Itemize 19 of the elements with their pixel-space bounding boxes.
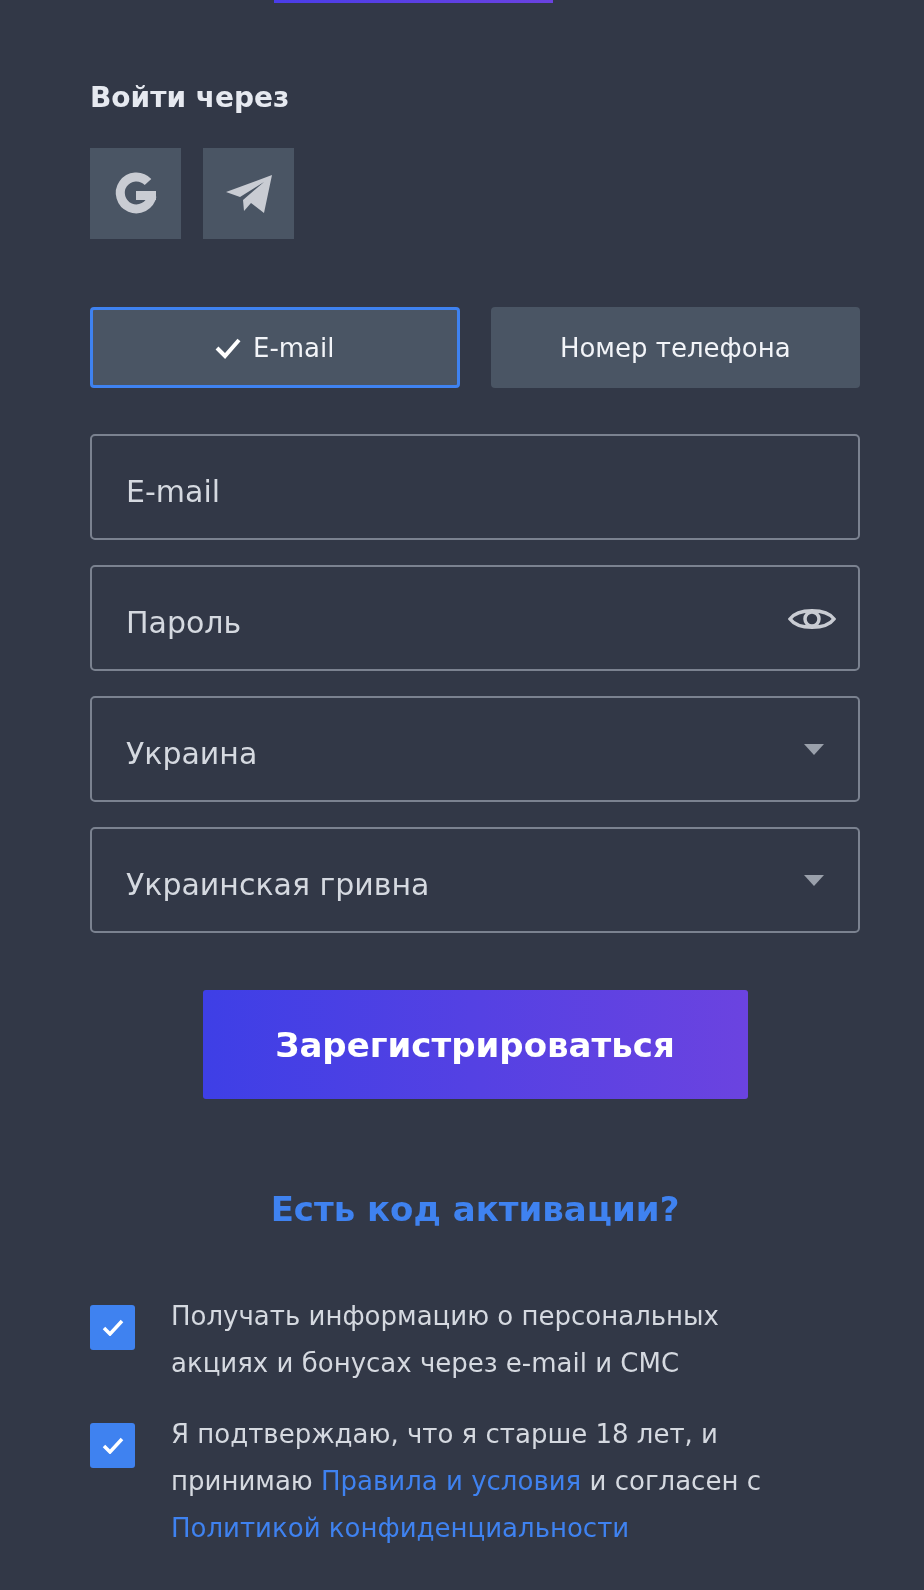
select-field[interactable]: Украина [90, 696, 860, 802]
password-field[interactable]: Пароль [90, 565, 860, 671]
method-tab[interactable]: E-mail [90, 307, 460, 388]
register-button[interactable]: Зарегистрироваться [202, 990, 748, 1099]
section-title: Войти через [90, 80, 290, 116]
agreement-text: Я подтверждаю, что я старше 18 лет, и принимаю Правила и условия и согласен с Политикой конфиденциальности [171, 1418, 762, 1545]
select-field[interactable]: Украинская гривна [90, 827, 860, 933]
method-tab[interactable]: Номер телефона [490, 307, 860, 388]
checkmark-icon [101, 1319, 124, 1336]
checkbox[interactable] [90, 1423, 135, 1468]
agreement-text: Получать информацию о персональных акциях и бонусах через e-mail и СМС [171, 1300, 720, 1380]
checkbox[interactable] [90, 1305, 135, 1350]
email-field[interactable]: E-mail [90, 434, 860, 540]
caret-icon [804, 743, 824, 755]
checkmark-icon [101, 1437, 124, 1454]
telegram-button[interactable] [203, 148, 294, 239]
google-button[interactable] [90, 148, 181, 239]
checkmark-icon [215, 336, 241, 359]
caret-icon [804, 874, 824, 886]
